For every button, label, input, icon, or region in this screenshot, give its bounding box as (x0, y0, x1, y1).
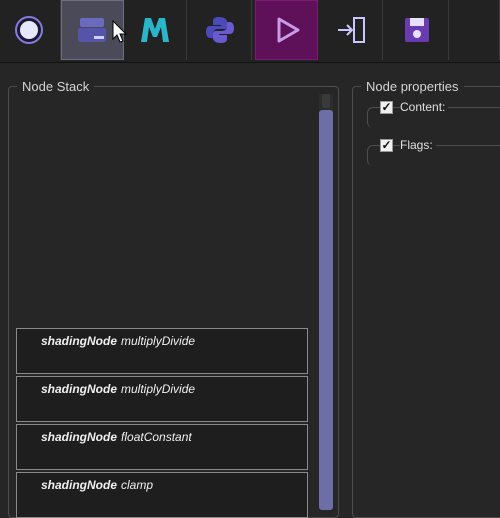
save-icon (405, 18, 429, 42)
node-stack-item[interactable]: shadingNode floatConstant (16, 424, 308, 470)
node-name: multiplyDivide (121, 382, 196, 396)
node-stack-title: Node Stack (17, 79, 95, 94)
content-checkbox[interactable]: ✓ (380, 101, 393, 114)
node-properties-title: Node properties (361, 79, 464, 94)
node-type: shadingNode (41, 382, 118, 396)
node-stack-item[interactable]: shadingNode clamp (16, 472, 308, 518)
play-icon (277, 17, 299, 43)
circle-icon (15, 16, 43, 44)
node-name: clamp (121, 478, 154, 492)
scroll-up-arrow[interactable] (322, 94, 330, 108)
run-button[interactable] (255, 0, 318, 60)
content-section: ✓ Content: (367, 100, 500, 128)
node-type: shadingNode (41, 478, 118, 492)
flags-section: ✓ Flags: (367, 138, 500, 166)
flags-label: Flags: (400, 138, 436, 152)
node-stack-item[interactable]: shadingNode multiplyDivide (16, 376, 308, 422)
scrollbar-thumb[interactable] (319, 110, 333, 510)
node-stack-scrollbar[interactable] (319, 94, 333, 510)
flags-checkbox[interactable]: ✓ (380, 139, 393, 152)
node-stack-icon (77, 18, 106, 42)
maya-button[interactable] (124, 0, 187, 60)
node-name: floatConstant (121, 430, 192, 444)
node-type: shadingNode (41, 430, 118, 444)
content-label: Content: (400, 100, 449, 114)
record-button[interactable] (0, 0, 61, 60)
node-name: multiplyDivide (121, 334, 196, 348)
node-stack-item[interactable]: shadingNode multiplyDivide (16, 328, 308, 374)
import-button[interactable] (320, 0, 383, 60)
extra-button[interactable] (452, 0, 500, 60)
node-type: shadingNode (41, 334, 118, 348)
python-button[interactable] (189, 0, 252, 60)
import-icon (338, 17, 365, 43)
mouse-cursor-icon (112, 20, 128, 43)
save-button[interactable] (386, 0, 449, 60)
toolbar (0, 0, 500, 63)
python-icon (206, 17, 234, 43)
maya-m-icon (141, 18, 169, 42)
